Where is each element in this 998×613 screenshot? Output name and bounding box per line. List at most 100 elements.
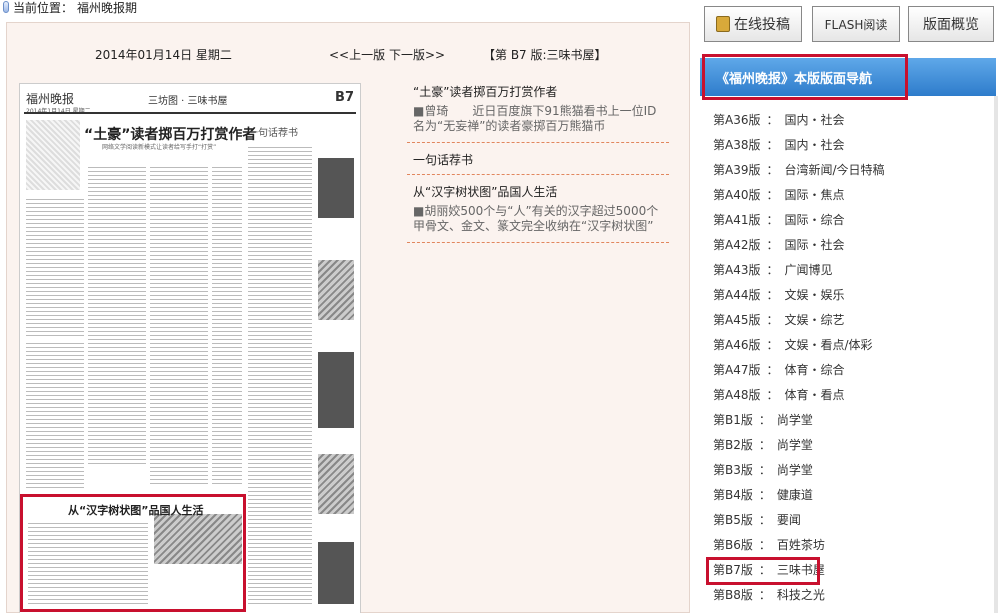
page-nav-separator: ： [766, 163, 779, 177]
edition-bar: 2014年01月14日 星期二 <<上一版 下一版>> 【第 B7 版:三味书屋… [7, 23, 689, 62]
page-nav-name: 文娱・娱乐 [784, 288, 845, 302]
divider [407, 142, 669, 143]
article-item: 从“汉字树状图”品国人生活 ■胡丽姣500个与“人”有关的汉字超过5000个甲骨… [407, 179, 669, 238]
page-nav-item[interactable]: 第B5版 ： 要闻 [713, 510, 993, 535]
paper-book-cover [318, 352, 354, 428]
page-nav-name: 百姓茶坊 [776, 538, 825, 552]
page-nav-number: 第A48版 [713, 388, 761, 402]
paper-text-column [248, 144, 312, 604]
page-nav-name: 国际・社会 [784, 238, 845, 252]
page-nav-item[interactable]: 第B4版 ： 健康道 [713, 485, 993, 510]
active-page-highlight [706, 557, 820, 585]
page-nav-number: 第B6版 [713, 538, 753, 552]
page-nav-number: 第B5版 [713, 513, 753, 527]
page-nav-item[interactable]: 第A46版 ： 文娱・看点/体彩 [713, 335, 993, 360]
page-nav-name: 体育・综合 [784, 363, 845, 377]
page-panel: 2014年01月14日 星期二 <<上一版 下一版>> 【第 B7 版:三味书屋… [6, 22, 690, 613]
page-nav-name: 国内・社会 [784, 113, 845, 127]
paper-text-column [26, 340, 84, 490]
page-nav-number: 第A44版 [713, 288, 761, 302]
breadcrumb-value[interactable]: 福州晚报期 [77, 0, 137, 16]
paper-text-column [88, 164, 146, 464]
page-nav-number: 第B3版 [713, 463, 753, 477]
flash-read-label: FLASH阅读 [824, 17, 888, 32]
page-nav-separator: ： [766, 363, 779, 377]
page-nav-separator: ： [766, 213, 779, 227]
page-nav-item[interactable]: 第A48版 ： 体育・看点 [713, 385, 993, 410]
page-nav-item[interactable]: 第A40版 ： 国际・焦点 [713, 185, 993, 210]
page-nav-separator: ： [758, 588, 771, 602]
next-page-link[interactable]: 下一版>> [389, 46, 445, 63]
page-nav-number: 第A43版 [713, 263, 761, 277]
page-nav-item[interactable]: 第B1版 ： 尚学堂 [713, 410, 993, 435]
article-title-link[interactable]: 从“汉字树状图”品国人生活 [407, 179, 669, 202]
page-nav-name: 尚学堂 [776, 413, 813, 427]
newspaper-page-image[interactable]: 福州晚报 2014年1月14日 星期二 三坊图 · 三味书屋 B7 “土豪”读者… [19, 83, 361, 613]
page-nav-name: 体育・看点 [784, 388, 845, 402]
page-nav-number: 第A39版 [713, 163, 761, 177]
page-nav-name: 国际・综合 [784, 213, 845, 227]
paper-text-column [26, 196, 84, 336]
page-nav-name: 尚学堂 [776, 463, 813, 477]
page-nav-item[interactable]: 第A39版 ： 台湾新闻/今日特稿 [713, 160, 993, 185]
paper-column-head[interactable]: 一句话荐书 [248, 124, 298, 139]
prev-page-link[interactable]: <<上一版 [329, 46, 385, 63]
paper-subhead: 网络文学阅读新模式让读者给写手打“打赏” [102, 144, 217, 151]
page-nav-number: 第B1版 [713, 413, 753, 427]
flash-read-button[interactable]: FLASH阅读 [812, 6, 900, 42]
page-nav-name: 台湾新闻/今日特稿 [784, 163, 885, 177]
page-nav-number: 第A38版 [713, 138, 761, 152]
page-nav-item[interactable]: 第A38版 ： 国内・社会 [713, 135, 993, 160]
paper-book-cover [318, 158, 354, 218]
article-item: 一句话荐书 [407, 147, 669, 170]
page-nav-separator: ： [766, 288, 779, 302]
page-nav-item[interactable]: 第A47版 ： 体育・综合 [713, 360, 993, 385]
page-nav-item[interactable]: 第B8版 ： 科技之光 [713, 585, 993, 610]
page-nav-name: 尚学堂 [776, 438, 813, 452]
page-nav-number: 第A46版 [713, 338, 761, 352]
page-nav-number: 第A40版 [713, 188, 761, 202]
page-nav-separator: ： [758, 513, 771, 527]
highlight-box [702, 54, 908, 100]
page-nav-item[interactable]: 第A43版 ： 广闻博见 [713, 260, 993, 285]
paper-book-cover [318, 542, 354, 604]
page-nav-number: 第A42版 [713, 238, 761, 252]
page-nav-name: 要闻 [776, 513, 801, 527]
current-edition-label: 【第 B7 版:三味书屋】 [483, 48, 607, 62]
scrollbar[interactable] [994, 96, 998, 613]
page-nav-separator: ： [766, 263, 779, 277]
paper-headline-1[interactable]: “土豪”读者掷百万打赏作者 [84, 124, 256, 144]
page-nav-separator: ： [766, 388, 779, 402]
page-nav-number: 第B2版 [713, 438, 753, 452]
divider [407, 174, 669, 175]
page-nav-separator: ： [766, 113, 779, 127]
page-overview-button[interactable]: 版面概览 [908, 6, 994, 42]
page-nav-item[interactable]: 第A44版 ： 文娱・娱乐 [713, 285, 993, 310]
article-list: “土豪”读者掷百万打赏作者 ■曾琦 近日百度旗下91熊猫看书上一位ID名为“无妄… [407, 79, 669, 247]
submit-article-button[interactable]: 在线投稿 [704, 6, 802, 42]
article-title-link[interactable]: 一句话荐书 [407, 147, 669, 170]
page-nav-item[interactable]: 第A45版 ： 文娱・综艺 [713, 310, 993, 335]
page-nav-item[interactable]: 第B2版 ： 尚学堂 [713, 435, 993, 460]
page-nav-item[interactable]: 第A41版 ： 国际・综合 [713, 210, 993, 235]
page-nav-number: 第B8版 [713, 588, 753, 602]
page-overview-label: 版面概览 [923, 17, 979, 33]
article-summary: ■曾琦 近日百度旗下91熊猫看书上一位ID名为“无妄禅”的读者豪掷百万熊猫币 [413, 104, 657, 133]
page-nav-name: 文娱・综艺 [784, 313, 845, 327]
paper-rule [24, 112, 356, 114]
page-nav-name: 广闻博见 [784, 263, 833, 277]
page-nav-name: 科技之光 [776, 588, 825, 602]
page-nav-number: 第A45版 [713, 313, 761, 327]
breadcrumb: 当前位置： 福州晚报期 [0, 0, 137, 16]
page-nav-list: 第A36版：国内・社会 第A38版：国内・社会 第A39版：台湾新闻/今日特稿 第A4… [713, 110, 993, 610]
article-title-link[interactable]: “土豪”读者掷百万打赏作者 [407, 79, 669, 102]
article-summary: ■胡丽姣500个与“人”有关的汉字超过5000个甲骨文、金文、篆文完全收纳在“汉… [413, 204, 659, 233]
page-nav-item[interactable]: 第A36版 ： 国内・社会 [713, 110, 993, 135]
article-item: “土豪”读者掷百万打赏作者 ■曾琦 近日百度旗下91熊猫看书上一位ID名为“无妄… [407, 79, 669, 138]
page-nav-name: 文娱・看点/体彩 [784, 338, 873, 352]
page-nav-item[interactable]: 第B3版 ： 尚学堂 [713, 460, 993, 485]
paper-text-column [150, 164, 208, 484]
page-nav-separator: ： [758, 413, 771, 427]
page-nav-item[interactable]: 第A42版 ： 国际・社会 [713, 235, 993, 260]
page-nav-separator: ： [758, 488, 771, 502]
